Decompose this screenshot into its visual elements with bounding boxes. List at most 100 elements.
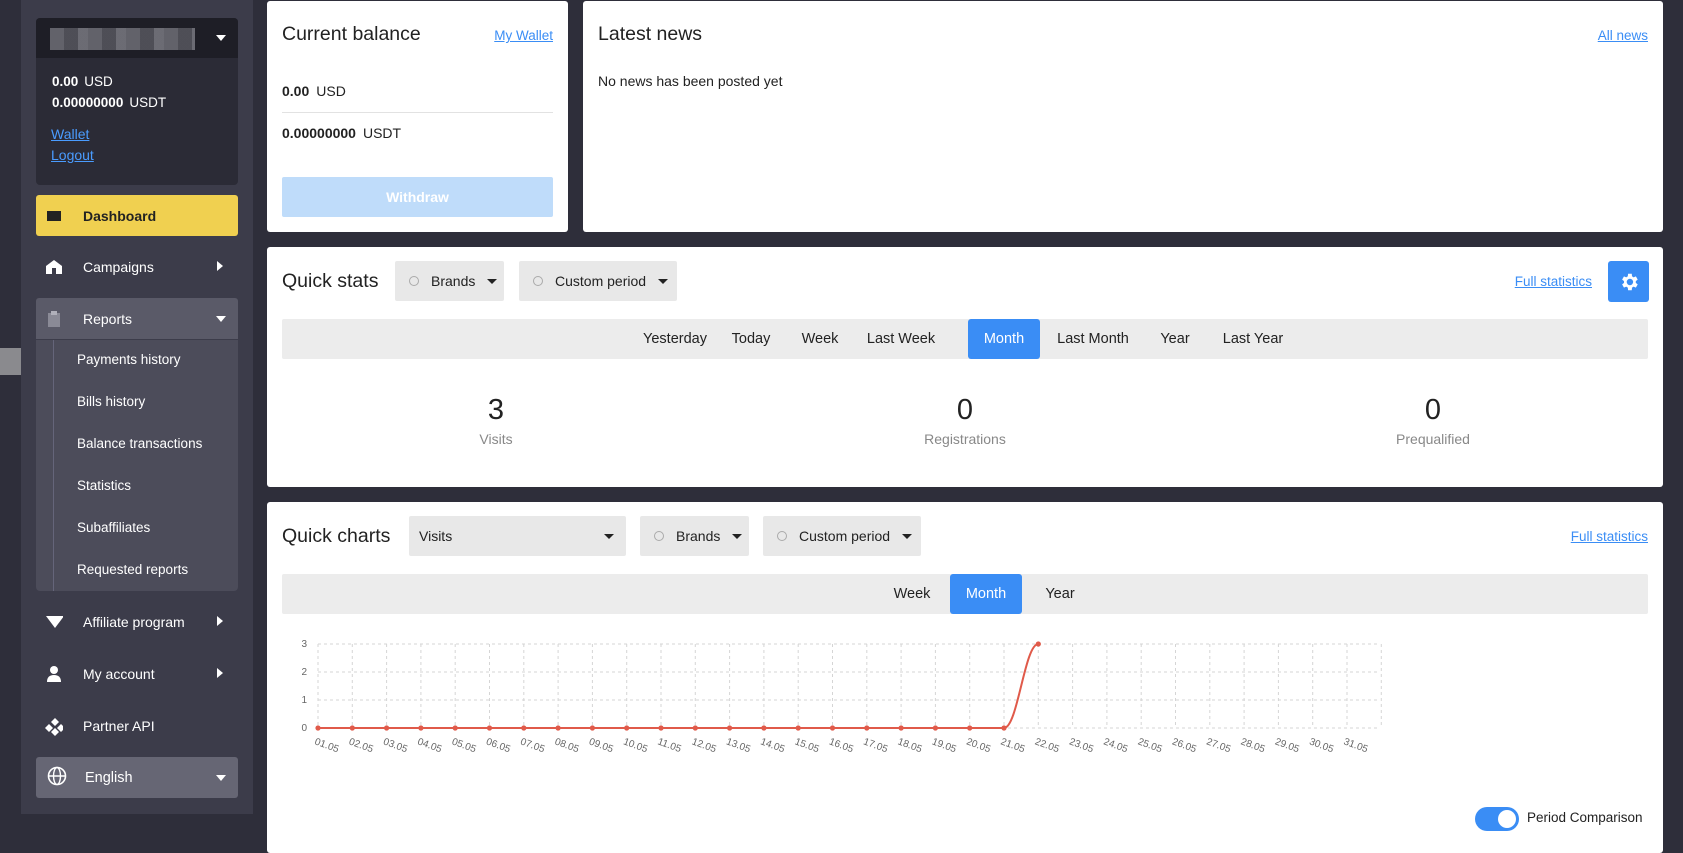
x-tick-label: 11.05 [656,736,683,755]
x-tick-label: 08.05 [553,736,581,755]
tab-week[interactable]: Week [787,319,853,359]
nav-partner-api[interactable]: Partner API [36,705,238,746]
submenu-balance-transactions[interactable]: Balance transactions [77,436,202,451]
x-tick-label: 10.05 [622,736,650,755]
language-label: English [85,769,133,786]
stat-visits-label: Visits [479,431,513,447]
data-point [932,725,939,731]
x-tick-label: 09.05 [587,736,615,755]
account-name-redacted [50,28,195,50]
metric-dropdown[interactable]: Visits [409,516,626,556]
x-tick-label: 26.05 [1170,736,1198,755]
data-point [418,725,424,731]
submenu-bills-history[interactable]: Bills history [77,394,145,409]
x-tick-label: 05.05 [450,736,478,755]
y-tick-label: 1 [301,695,307,706]
data-point [864,725,870,731]
quick-charts-card: Quick charts Visits Brands Custom period… [267,502,1663,853]
data-point [452,725,458,731]
x-tick-label: 30.05 [1308,736,1336,755]
data-point [1035,641,1041,647]
submenu-requested-reports[interactable]: Requested reports [77,562,188,577]
account-selector[interactable] [36,18,238,58]
logout-link[interactable]: Logout [51,145,238,166]
data-point [727,725,733,731]
nav-dashboard[interactable]: Dashboard [36,195,238,236]
funnel-icon [45,613,63,631]
submenu-statistics[interactable]: Statistics [77,478,131,493]
sidebar: 0.00 USD 0.00000000 USDT Wallet Logout Das… [21,0,253,814]
x-tick-label: 24.05 [1102,736,1130,755]
tab-last-week[interactable]: Last Week [855,319,947,359]
chart-tab-month[interactable]: Month [950,574,1022,614]
quick-stats-period-dropdown[interactable]: Custom period [519,261,677,301]
nav-campaigns[interactable]: Campaigns [36,246,238,287]
period-label: Custom period [799,528,891,544]
tab-last-month[interactable]: Last Month [1044,319,1142,359]
caret-down-icon [658,278,669,284]
brands-label: Brands [676,528,721,544]
x-tick-label: 03.05 [382,736,410,755]
chevron-right-icon [217,668,223,678]
tab-month[interactable]: Month [968,319,1040,359]
stat-visits: 3 Visits [396,394,596,447]
quick-charts-full-statistics-link[interactable]: Full statistics [1571,529,1648,544]
period-label: Custom period [555,273,647,289]
x-tick-label: 02.05 [347,736,375,755]
x-tick-label: 21.05 [999,736,1027,755]
stat-prequalified-value: 0 [1424,394,1442,426]
data-point [761,725,767,731]
all-news-link[interactable]: All news [1598,28,1648,43]
data-point [555,725,561,731]
submenu-divider [53,340,54,591]
chart-tab-week[interactable]: Week [876,574,948,614]
submenu-subaffiliates[interactable]: Subaffiliates [77,520,150,535]
period-comparison-toggle[interactable] [1475,807,1519,831]
current-balance-title: Current balance [282,23,421,45]
chart-tab-year[interactable]: Year [1024,574,1096,614]
submenu-payments-history[interactable]: Payments history [77,352,181,367]
x-tick-label: 25.05 [1136,736,1164,755]
language-selector[interactable]: English [36,757,238,798]
wallet-link[interactable]: Wallet [51,124,238,145]
data-point [967,725,973,731]
quick-charts-period-dropdown[interactable]: Custom period [763,516,921,556]
gear-icon [1621,273,1638,290]
nav-my-account[interactable]: My account [36,653,238,694]
withdraw-button[interactable]: Withdraw [282,177,553,217]
tab-today[interactable]: Today [719,319,783,359]
radio-dot-icon [777,531,787,541]
data-point [898,725,904,731]
tab-yesterday[interactable]: Yesterday [633,319,717,359]
api-nodes-icon [45,717,63,736]
data-point [829,725,836,731]
account-balance-usdt: 0.00000000 USDT [52,95,167,110]
x-tick-label: 19.05 [930,736,958,755]
dashboard-icon [45,207,63,225]
nav-affiliate-program[interactable]: Affiliate program [36,601,238,642]
settings-button[interactable] [1608,261,1649,302]
x-tick-label: 17.05 [862,736,890,755]
period-comparison-label: Period Comparison [1527,810,1643,825]
nav-campaigns-label: Campaigns [83,258,154,275]
y-tick-label: 0 [301,723,307,734]
latest-news-card: Latest news All news No news has been po… [583,1,1663,232]
stat-registrations-value: 0 [956,394,974,426]
quick-stats-brands-dropdown[interactable]: Brands [395,261,504,301]
nav-reports-label: Reports [83,310,133,327]
radio-dot-icon [409,276,419,286]
account-panel: 0.00 USD 0.00000000 USDT Wallet Logout [36,18,238,185]
home-icon [45,258,63,276]
tab-year[interactable]: Year [1146,319,1204,359]
tab-last-year[interactable]: Last Year [1208,319,1298,359]
quick-stats-full-statistics-link[interactable]: Full statistics [1515,274,1592,289]
quick-charts-brands-dropdown[interactable]: Brands [640,516,749,556]
my-wallet-link[interactable]: My Wallet [494,28,553,43]
nav-reports[interactable]: Reports [36,298,238,339]
x-tick-label: 18.05 [896,736,924,755]
left-edge-tab[interactable] [0,348,21,375]
visits-line-chart: 0 1 2 3 01.05 02.05 03.05 04.05 05.05 06.05 07.05 0… [301,639,1382,756]
reports-submenu: Payments history Bills history Balance t… [36,340,238,591]
news-empty-message: No news has been posted yet [598,73,783,89]
x-tick-label: 22.05 [1033,736,1061,755]
